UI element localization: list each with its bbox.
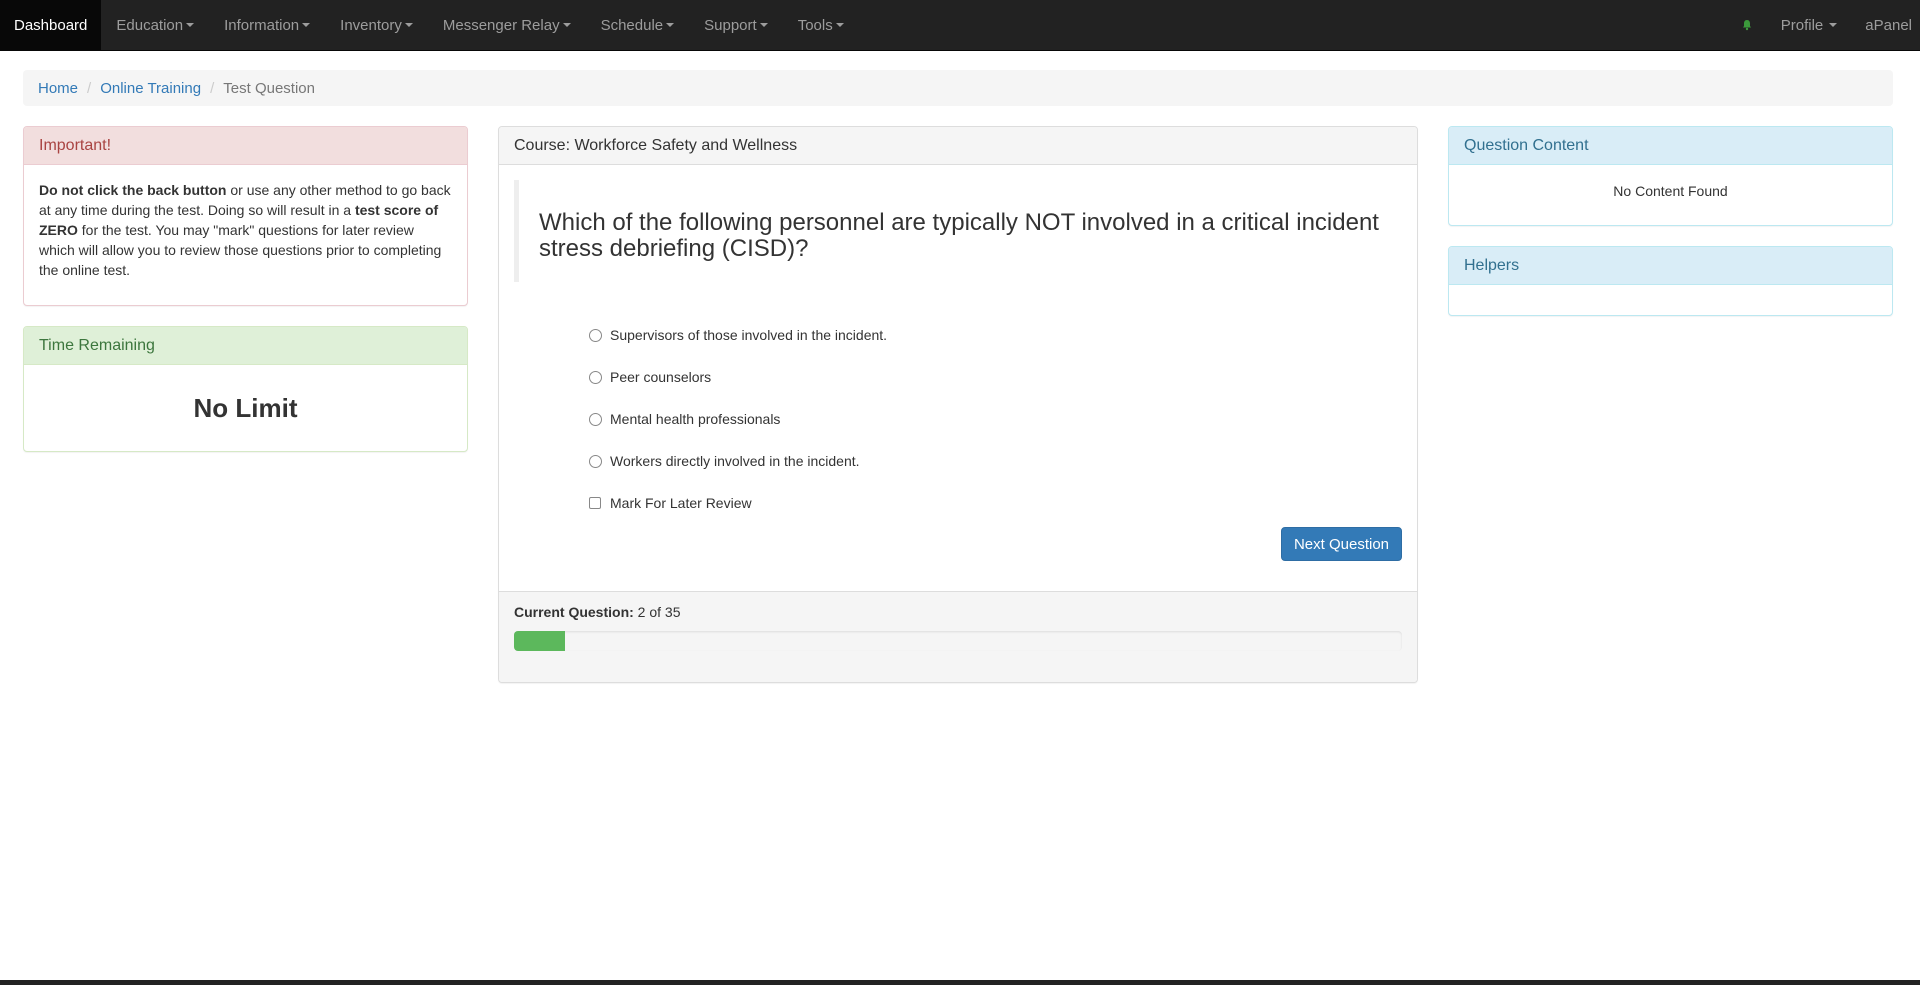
- caret-down-icon: [186, 23, 195, 27]
- nav-left: Dashboard Education Information Inventor…: [0, 0, 859, 50]
- nav-profile-menu[interactable]: Profile: [1767, 0, 1852, 50]
- nav-profile-label: Profile: [1780, 16, 1824, 34]
- question-content-panel: Question Content No Content Found: [1448, 126, 1893, 226]
- notifications-button[interactable]: [1727, 0, 1767, 50]
- caret-down-icon: [759, 23, 768, 27]
- answer-option-3[interactable]: Mental health professionals: [589, 398, 1417, 440]
- answer-radio[interactable]: [589, 412, 602, 426]
- breadcrumb: Home / Online Training / Test Question: [23, 70, 1893, 106]
- nav-inventory-menu[interactable]: Inventory: [325, 0, 428, 50]
- answer-label: Workers directly involved in the inciden…: [610, 453, 860, 469]
- caret-down-icon: [1829, 23, 1838, 27]
- nav-schedule-menu[interactable]: Schedule: [586, 0, 690, 50]
- course-footer: Current Question: 2 of 35: [499, 591, 1417, 682]
- caret-down-icon: [666, 23, 675, 27]
- nav-tools-menu[interactable]: Tools: [783, 0, 859, 50]
- answer-radio[interactable]: [589, 454, 602, 468]
- nav-tools-label: Tools: [797, 16, 833, 34]
- nav-inventory-label: Inventory: [340, 16, 402, 34]
- question-blockquote: Which of the following personnel are typ…: [514, 180, 1404, 282]
- top-navbar: Dashboard Education Information Inventor…: [0, 0, 1920, 51]
- course-heading: Course: Workforce Safety and Wellness: [499, 127, 1417, 165]
- breadcrumb-home-link[interactable]: Home: [38, 80, 78, 97]
- current-question-value: 2 of 35: [637, 604, 681, 620]
- question-progress-track: [514, 631, 1402, 651]
- mark-review-label: Mark For Later Review: [610, 495, 752, 511]
- answer-label: Peer counselors: [610, 369, 712, 385]
- important-bold-warning: Do not click the back button: [39, 182, 227, 198]
- answer-radio[interactable]: [589, 328, 602, 342]
- helpers-heading: Helpers: [1449, 247, 1892, 285]
- answer-option-1[interactable]: Supervisors of those involved in the inc…: [589, 314, 1417, 356]
- breadcrumb-separator: /: [87, 79, 92, 97]
- nav-apanel-link[interactable]: aPanel: [1851, 0, 1920, 50]
- caret-down-icon: [562, 23, 571, 27]
- answer-list: Supervisors of those involved in the inc…: [589, 314, 1417, 524]
- answer-radio[interactable]: [589, 370, 602, 384]
- breadcrumb-separator: /: [210, 79, 215, 97]
- caret-down-icon: [404, 23, 413, 27]
- current-question-line: Current Question: 2 of 35: [514, 604, 1402, 620]
- question-text: Which of the following personnel are typ…: [539, 209, 1379, 262]
- time-remaining-value: No Limit: [193, 392, 298, 423]
- current-question-label: Current Question:: [514, 604, 634, 620]
- nav-education-menu[interactable]: Education: [101, 0, 209, 50]
- answer-option-2[interactable]: Peer counselors: [589, 356, 1417, 398]
- nav-schedule-label: Schedule: [600, 16, 664, 34]
- caret-down-icon: [302, 23, 311, 27]
- question-content-body: No Content Found: [1613, 182, 1728, 199]
- next-question-button[interactable]: Next Question: [1280, 527, 1402, 561]
- nav-information-label: Information: [224, 16, 300, 34]
- course-panel: Course: Workforce Safety and Wellness Wh…: [498, 126, 1418, 683]
- caret-down-icon: [835, 23, 844, 27]
- nav-support-label: Support: [704, 16, 757, 34]
- answer-label: Supervisors of those involved in the inc…: [610, 327, 888, 343]
- important-panel: Important! Do not click the back button …: [23, 126, 468, 306]
- helpers-body: [1449, 285, 1892, 315]
- nav-education-label: Education: [116, 16, 184, 34]
- window-bottom-edge: [0, 980, 1920, 985]
- mark-for-review-option[interactable]: Mark For Later Review: [589, 482, 1417, 524]
- breadcrumb-online-training-link[interactable]: Online Training: [100, 80, 201, 97]
- time-remaining-heading: Time Remaining: [24, 327, 467, 365]
- answer-label: Mental health professionals: [610, 411, 781, 427]
- important-body: Do not click the back button or use any …: [24, 165, 467, 295]
- helpers-panel: Helpers: [1448, 246, 1893, 316]
- bell-icon: [1742, 20, 1751, 31]
- time-remaining-panel: Time Remaining No Limit: [23, 326, 468, 452]
- breadcrumb-current: Test Question: [223, 79, 315, 97]
- question-progress-bar: [514, 631, 565, 651]
- important-text-2: for the test. You may "mark" questions f…: [39, 222, 442, 278]
- nav-messenger-relay-label: Messenger Relay: [442, 16, 560, 34]
- nav-support-menu[interactable]: Support: [689, 0, 783, 50]
- nav-dashboard[interactable]: Dashboard: [0, 0, 102, 50]
- question-content-heading: Question Content: [1449, 127, 1892, 165]
- nav-information-menu[interactable]: Information: [209, 0, 325, 50]
- answer-option-4[interactable]: Workers directly involved in the inciden…: [589, 440, 1417, 482]
- nav-right: Profile aPanel: [1727, 0, 1920, 50]
- important-heading: Important!: [24, 127, 467, 165]
- mark-review-checkbox[interactable]: [589, 497, 601, 509]
- nav-messenger-relay-menu[interactable]: Messenger Relay: [428, 0, 586, 50]
